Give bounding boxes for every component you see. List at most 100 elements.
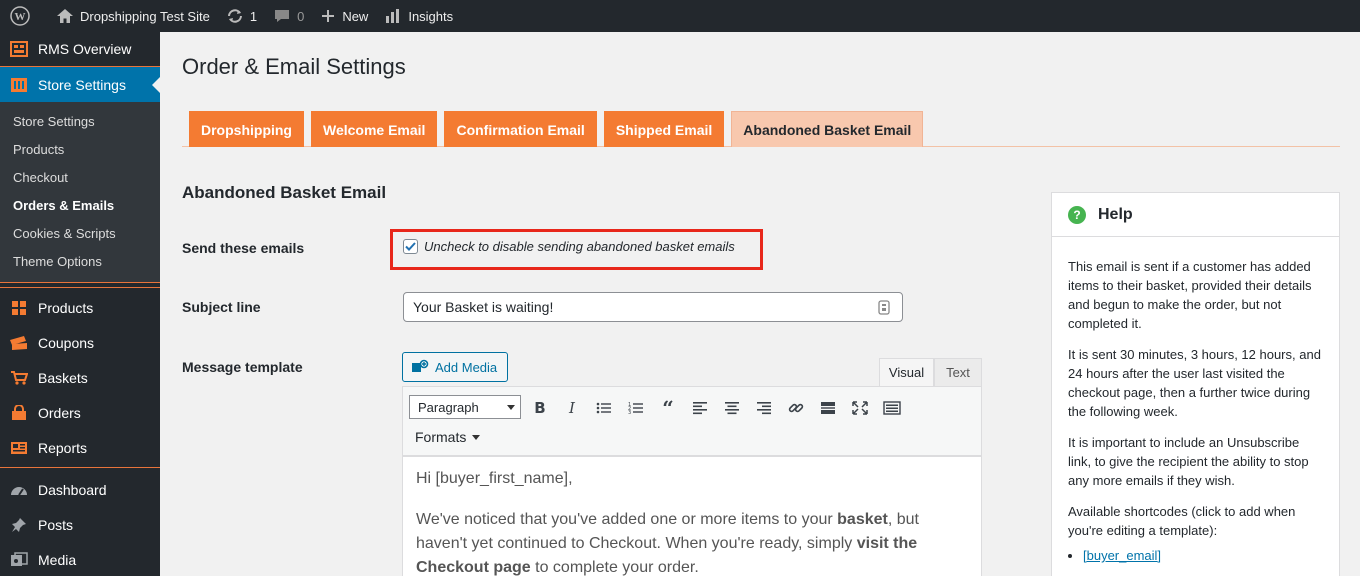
menu-label: Reports — [38, 439, 88, 456]
editor-toolbar: Paragraph B I 123 “ Formats — [402, 386, 982, 456]
submenu-products[interactable]: Products — [0, 136, 160, 164]
send-emails-label: Send these emails — [182, 240, 305, 256]
fullscreen-icon[interactable] — [848, 397, 872, 419]
plus-icon — [322, 10, 335, 22]
products-icon — [8, 299, 30, 317]
numbered-list-icon[interactable]: 123 — [624, 397, 648, 419]
dashboard-icon — [8, 481, 30, 499]
submenu-store-settings[interactable]: Store Settings — [0, 108, 160, 136]
menu-label: Media — [38, 551, 77, 568]
submenu-checkout[interactable]: Checkout — [0, 164, 160, 192]
menu-label: Products — [38, 299, 94, 316]
menu-dashboard[interactable]: Dashboard — [0, 472, 160, 507]
toolbar-toggle-icon[interactable] — [880, 397, 904, 419]
blockquote-icon[interactable]: “ — [656, 396, 680, 420]
align-right-icon[interactable] — [752, 397, 776, 419]
admin-sidebar: RMS Overview Store Settings Store Settin… — [0, 32, 160, 576]
menu-label: Coupons — [38, 334, 95, 351]
message-editor[interactable]: Hi [buyer_first_name], We've noticed tha… — [402, 456, 982, 576]
menu-products[interactable]: Products — [0, 290, 160, 325]
send-emails-checkbox[interactable] — [403, 239, 418, 254]
field-autofill-icon[interactable] — [878, 300, 890, 315]
help-paragraph: This email is sent if a customer has add… — [1068, 259, 1312, 331]
orders-icon — [8, 404, 30, 422]
submenu-theme-options[interactable]: Theme Options — [0, 248, 160, 276]
tab-confirmation-email[interactable]: Confirmation Email — [444, 111, 597, 147]
comments-count: 0 — [297, 8, 305, 24]
menu-posts[interactable]: Posts — [0, 507, 160, 542]
bullet-list-icon[interactable] — [592, 397, 616, 419]
help-title: Help — [1098, 205, 1133, 223]
editor-bold-text: basket — [837, 511, 888, 528]
tab-abandoned-basket-email[interactable]: Abandoned Basket Email — [731, 111, 924, 147]
add-media-button[interactable]: Add Media — [402, 352, 508, 382]
comments-link[interactable]: 0 — [265, 0, 312, 32]
chevron-down-icon — [507, 405, 515, 410]
menu-label: Orders — [38, 404, 81, 421]
align-center-icon[interactable] — [720, 397, 744, 419]
section-title: Abandoned Basket Email — [182, 183, 387, 202]
menu-coupons[interactable]: Coupons — [0, 325, 160, 360]
menu-media[interactable]: Media — [0, 542, 160, 576]
new-content-link[interactable]: New — [312, 0, 376, 32]
italic-icon[interactable]: I — [560, 397, 584, 419]
subject-line-input[interactable]: Your Basket is waiting! — [403, 292, 903, 322]
help-paragraph: Available shortcodes (click to add when … — [1068, 504, 1296, 538]
message-template-label: Message template — [182, 359, 303, 375]
checkmark-icon — [405, 242, 416, 251]
menu-label: Dashboard — [38, 481, 107, 498]
formats-label: Formats — [415, 429, 467, 445]
settings-tabs: Dropshipping Welcome Email Confirmation … — [182, 111, 1340, 147]
main-content: Order & Email Settings Dropshipping Welc… — [160, 32, 1360, 576]
editor-paragraph-body: We've noticed that you've added one or m… — [416, 508, 968, 576]
coupons-icon — [8, 334, 30, 352]
media-icon — [8, 551, 30, 569]
svg-text:3: 3 — [628, 410, 631, 415]
tab-text[interactable]: Text — [934, 358, 982, 386]
insights-link[interactable]: Insights — [376, 0, 461, 32]
help-body: This email is sent if a customer has add… — [1052, 237, 1339, 565]
menu-rms-overview[interactable]: RMS Overview — [0, 32, 160, 67]
menu-label: Store Settings — [38, 76, 126, 93]
read-more-icon[interactable] — [816, 397, 840, 419]
menu-orders[interactable]: Orders — [0, 395, 160, 430]
tab-welcome-email[interactable]: Welcome Email — [311, 111, 438, 147]
formats-dropdown[interactable]: Formats — [415, 429, 481, 445]
admin-bar: W Dropshipping Test Site 1 0 New Insight… — [0, 0, 1360, 32]
tab-shipped-email[interactable]: Shipped Email — [603, 111, 725, 147]
submenu-cookies-scripts[interactable]: Cookies & Scripts — [0, 220, 160, 248]
menu-reports[interactable]: Reports — [0, 430, 160, 465]
submenu-orders-emails[interactable]: Orders & Emails — [0, 192, 160, 220]
add-media-label: Add Media — [435, 359, 498, 375]
insights-label: Insights — [408, 8, 454, 24]
bold-icon[interactable]: B — [528, 397, 552, 419]
link-icon[interactable] — [784, 397, 808, 419]
help-icon: ? — [1068, 205, 1086, 224]
tab-visual[interactable]: Visual — [879, 358, 934, 386]
add-media-icon — [412, 359, 429, 372]
menu-label: Posts — [38, 516, 74, 533]
subject-line-label: Subject line — [182, 299, 261, 315]
tab-dropshipping[interactable]: Dropshipping — [189, 111, 304, 147]
editor-paragraph-greeting: Hi [buyer_first_name], — [416, 470, 573, 487]
menu-baskets[interactable]: Baskets — [0, 360, 160, 395]
align-left-icon[interactable] — [688, 397, 712, 419]
help-paragraph: It is important to include an Unsubscrib… — [1068, 435, 1309, 488]
menu-label: Baskets — [38, 369, 88, 386]
site-name: Dropshipping Test Site — [80, 8, 210, 24]
menu-store-settings[interactable]: Store Settings — [0, 67, 160, 102]
paragraph-format-select[interactable]: Paragraph — [409, 395, 521, 419]
store-settings-submenu: Store Settings Products Checkout Orders … — [0, 102, 160, 282]
reports-icon — [8, 439, 30, 457]
new-label: New — [342, 8, 369, 24]
site-name-link[interactable]: Dropshipping Test Site — [48, 0, 218, 32]
paragraph-format-value: Paragraph — [418, 399, 479, 415]
page-title: Order & Email Settings — [182, 54, 406, 79]
wordpress-logo-icon[interactable]: W — [0, 0, 48, 32]
menu-label: RMS Overview — [38, 41, 132, 57]
updates-link[interactable]: 1 — [218, 0, 265, 32]
editor-text: We've noticed that you've added one or m… — [416, 511, 838, 528]
shortcode-link[interactable]: [buyer_email] — [1083, 548, 1161, 563]
wp-menu-group: Dashboard Posts Media — [0, 468, 160, 576]
settings-icon — [8, 76, 30, 94]
